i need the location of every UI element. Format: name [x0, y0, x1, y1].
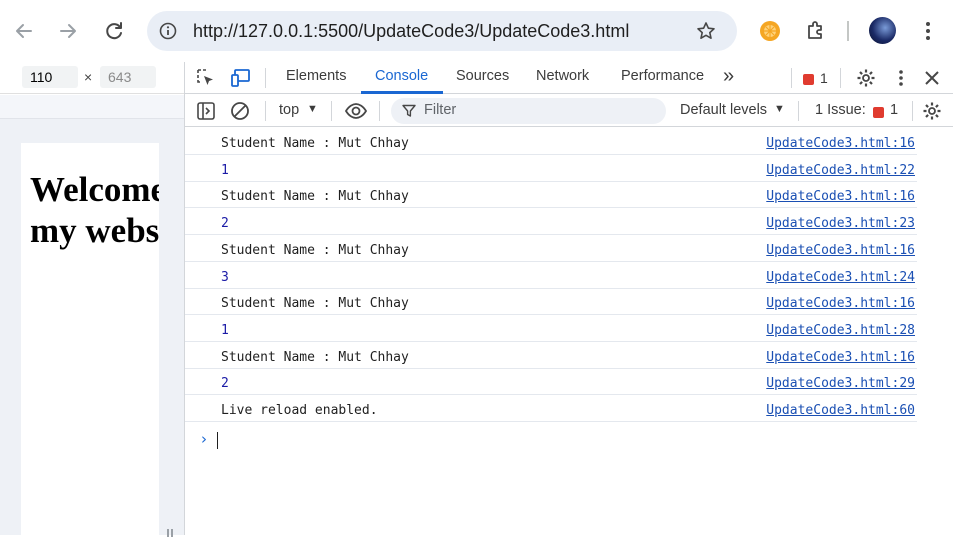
bookmark-star-icon[interactable] — [696, 21, 716, 41]
console-source-link[interactable]: UpdateCode3.html:16 — [766, 350, 915, 365]
live-expression-eye-icon[interactable] — [344, 101, 368, 121]
more-tabs-icon[interactable]: » — [723, 65, 734, 88]
console-settings-gear-icon[interactable] — [922, 101, 942, 121]
error-count[interactable]: 1 — [820, 70, 828, 86]
active-tab-indicator — [361, 91, 443, 94]
resize-handle[interactable] — [171, 529, 173, 537]
console-source-link[interactable]: UpdateCode3.html:16 — [766, 136, 915, 151]
clear-console-icon[interactable] — [230, 101, 250, 121]
console-message-text: 2 — [221, 216, 229, 232]
extensions-puzzle-icon[interactable] — [805, 19, 827, 41]
console-message-text: 3 — [221, 269, 229, 285]
console-source-link[interactable]: UpdateCode3.html:16 — [766, 189, 915, 204]
toolbar-divider — [798, 101, 799, 121]
viewport-height-input[interactable]: 643 — [100, 66, 156, 88]
console-message-row: Student Name : Mut Chhay UpdateCode3.html… — [185, 288, 917, 316]
filter-funnel-icon — [402, 104, 416, 117]
console-prompt-icon: › — [201, 430, 207, 448]
browser-toolbar: http://127.0.0.1:5500/UpdateCode3/Update… — [0, 0, 953, 62]
toolbar-divider — [265, 101, 266, 121]
viewport-width-input[interactable]: 110 — [22, 66, 78, 88]
tab-divider — [265, 68, 266, 88]
console-source-link[interactable]: UpdateCode3.html:60 — [766, 403, 915, 418]
console-message-row: 2 UpdateCode3.html:23 — [185, 208, 917, 236]
tab-elements[interactable]: Elements — [286, 68, 346, 84]
page-heading: Welcome to my website! — [30, 170, 159, 250]
console-message-row: 3 UpdateCode3.html:24 — [185, 262, 917, 289]
console-message-text: Student Name : Mut Chhay — [221, 189, 409, 205]
reload-icon[interactable] — [102, 19, 126, 43]
toolbar-divider — [847, 21, 849, 41]
viewport-ruler — [0, 95, 184, 119]
console-message-row: Live reload enabled. UpdateCode3.html:60 — [185, 395, 917, 422]
forward-arrow-icon[interactable] — [56, 19, 80, 43]
console-message-text: Student Name : Mut Chhay — [221, 136, 409, 151]
console-source-link[interactable]: UpdateCode3.html:22 — [766, 163, 915, 178]
console-message-text: 2 — [221, 376, 229, 392]
profile-avatar[interactable] — [869, 17, 896, 44]
console-message-text: Student Name : Mut Chhay — [221, 242, 409, 258]
toolbar-divider — [379, 101, 380, 121]
default-levels-dropdown[interactable]: Default levels — [680, 102, 767, 118]
console-message-row: 1 UpdateCode3.html:28 — [185, 315, 917, 342]
console-message-text: Student Name : Mut Chhay — [221, 296, 409, 312]
console-message-text: 1 — [221, 162, 229, 178]
tab-divider — [840, 68, 841, 88]
tab-console[interactable]: Console — [375, 68, 428, 84]
dimension-separator: × — [84, 69, 93, 85]
console-message-text: Student Name : Mut Chhay — [221, 349, 409, 365]
tab-performance[interactable]: Performance — [621, 68, 704, 84]
console-source-link[interactable]: UpdateCode3.html:24 — [766, 270, 915, 285]
console-source-link[interactable]: UpdateCode3.html:23 — [766, 216, 915, 231]
tab-divider — [791, 68, 792, 88]
console-message-row: Student Name : Mut Chhay UpdateCode3.html… — [185, 181, 917, 209]
filter-input[interactable]: Filter — [391, 98, 666, 124]
console-message-row: 1 UpdateCode3.html:22 — [185, 155, 917, 182]
console-output: Student Name : Mut Chhay UpdateCode3.html… — [185, 128, 953, 535]
toolbar-divider — [331, 101, 332, 121]
console-message-text: Live reload enabled. — [221, 403, 378, 418]
settings-gear-icon[interactable] — [856, 68, 876, 88]
devtools-panel: Elements Console Sources Network Perform… — [184, 62, 953, 535]
console-source-link[interactable]: UpdateCode3.html:16 — [766, 243, 915, 258]
url-text[interactable]: http://127.0.0.1:5500/UpdateCode3/Update… — [193, 21, 629, 42]
chevron-down-icon[interactable]: ▼ — [774, 103, 785, 115]
back-arrow-icon[interactable] — [12, 19, 36, 43]
device-toolbar: 110 × 643 — [0, 62, 184, 94]
address-bar[interactable]: http://127.0.0.1:5500/UpdateCode3/Update… — [147, 11, 737, 51]
console-source-link[interactable]: UpdateCode3.html:29 — [766, 376, 915, 391]
issues-label[interactable]: 1 Issue: — [815, 102, 866, 118]
browser-menu-icon[interactable] — [918, 20, 938, 42]
context-selector[interactable]: top — [279, 102, 299, 118]
console-source-link[interactable]: UpdateCode3.html:28 — [766, 323, 915, 338]
console-source-link[interactable]: UpdateCode3.html:16 — [766, 296, 915, 311]
chevron-down-icon[interactable]: ▼ — [307, 103, 318, 115]
tab-sources[interactable]: Sources — [456, 68, 509, 84]
toolbar-divider — [912, 101, 913, 121]
error-badge-icon[interactable] — [803, 72, 814, 90]
resize-handle[interactable] — [167, 529, 169, 537]
devtools-tab-bar: Elements Console Sources Network Perform… — [185, 62, 953, 94]
issue-error-icon[interactable] — [873, 105, 884, 123]
inspect-element-icon[interactable] — [196, 68, 216, 88]
console-input-caret[interactable] — [217, 432, 218, 449]
devtools-menu-icon[interactable] — [891, 68, 911, 88]
site-info-icon[interactable] — [159, 22, 177, 40]
issues-count[interactable]: 1 — [890, 102, 898, 118]
resize-gutter[interactable] — [159, 143, 184, 537]
console-message-row: Student Name : Mut Chhay UpdateCode3.html… — [185, 128, 917, 155]
emulated-page: Welcome to my website! — [21, 143, 159, 535]
console-toolbar: top ▼ Filter Default levels ▼ 1 Issue: 1 — [185, 95, 953, 127]
orange-extension-icon[interactable] — [759, 20, 781, 42]
console-message-row: Student Name : Mut Chhay UpdateCode3.html… — [185, 342, 917, 369]
console-message-row: 2 UpdateCode3.html:29 — [185, 368, 917, 396]
device-toolbar-toggle-icon[interactable] — [230, 67, 252, 89]
filter-placeholder: Filter — [424, 102, 457, 118]
console-message-text: 1 — [221, 322, 229, 338]
sidebar-toggle-icon[interactable] — [196, 101, 216, 121]
console-message-row: Student Name : Mut Chhay UpdateCode3.html… — [185, 235, 917, 262]
close-icon[interactable] — [922, 68, 942, 88]
tab-network[interactable]: Network — [536, 68, 589, 84]
